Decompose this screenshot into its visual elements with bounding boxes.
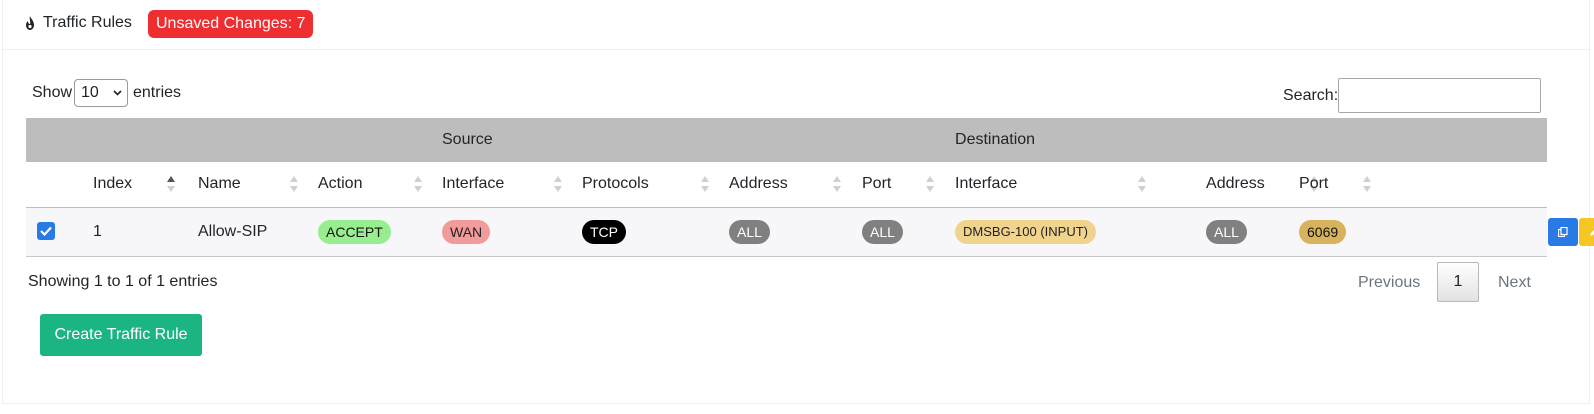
entries-select-value: 10 [81,84,99,101]
page-button-current[interactable]: 1 [1437,262,1479,302]
destination-group-header: Destination [955,131,1036,148]
card-header: Traffic Rules Unsaved Changes: 7 [3,0,1589,50]
column-header-action[interactable]: Action [318,162,442,207]
column-header-row: Index Name Action Interface Protocols Ad… [26,162,1548,207]
next-page-button[interactable]: Next [1498,274,1531,292]
protocol-badge: TCP [582,219,626,244]
table-info: Showing 1 to 1 of 1 entries [28,273,218,290]
destination-interface-badge: DMSBG-100 (INPUT) [955,219,1096,244]
column-header-label: Interface [955,175,1018,193]
entries-per-page-select[interactable]: 10 [74,79,128,107]
column-header-label: Interface [442,175,505,193]
column-header-label: Action [318,175,363,193]
copy-icon [1558,226,1568,237]
sort-icon [290,176,298,192]
column-header-source-port[interactable]: Port [862,162,955,207]
pencil-icon [1590,229,1594,236]
column-header-name[interactable]: Name [198,162,318,207]
sort-ascending-icon [167,176,175,192]
column-header-label: Port [1299,175,1329,193]
checkmark-icon [40,226,52,237]
cell-name: Allow-SIP [198,222,268,240]
column-header-index[interactable]: Index [93,162,198,207]
page-title: Traffic Rules [43,14,132,31]
source-address-badge: ALL [729,219,770,244]
column-header-label: Address [1206,175,1265,193]
action-badge: ACCEPT [318,219,391,244]
column-header-source-address[interactable]: Address [729,162,862,207]
column-header-source-interface[interactable]: Interface [442,162,582,207]
show-label: Show [32,84,73,101]
sort-icon [1363,176,1372,192]
entries-label: entries [133,84,182,101]
search-label: Search: [1283,87,1339,104]
search-input[interactable] [1338,78,1541,113]
column-header-destination-port[interactable]: Port [1299,162,1547,207]
column-header-destination-address[interactable]: Address [1206,162,1319,207]
create-traffic-rule-button[interactable]: Create Traffic Rule [40,314,202,356]
edit-rule-button[interactable] [1579,217,1594,246]
sort-icon [554,176,562,192]
table-row: 1 Allow-SIP ACCEPT WAN TCP ALL ALL DMSBG… [26,207,1594,256]
group-header-row: Source Destination [26,118,1548,162]
column-header-protocols[interactable]: Protocols [582,162,729,207]
column-header-label: Name [198,175,241,193]
column-header-label: Index [93,175,133,193]
fire-icon [26,16,34,30]
column-header-label: Protocols [582,175,649,193]
row-select-checkbox[interactable] [37,222,55,240]
sort-icon [1138,176,1147,192]
column-header-label: Address [729,175,788,193]
destination-address-badge: ALL [1206,219,1247,244]
sort-icon [701,176,709,192]
select-column-header [26,162,93,207]
unsaved-changes-badge[interactable]: Unsaved Changes: 7 [148,10,314,38]
copy-rule-button[interactable] [1548,217,1579,246]
sort-icon [926,176,934,192]
traffic-rules-table: Source Destination Index Name Action Int… [26,118,1594,257]
source-interface-badge: WAN [442,219,491,244]
sort-icon [833,176,841,192]
cell-index: 1 [93,222,102,240]
previous-page-button[interactable]: Previous [1358,274,1420,292]
traffic-rules-card: Traffic Rules Unsaved Changes: 7 Show 10… [2,0,1594,404]
column-header-destination-interface[interactable]: Interface [955,162,1206,207]
column-header-label: Port [862,175,892,193]
sort-icon [414,176,422,192]
chevron-down-icon [113,90,122,96]
source-group-header: Source [442,131,493,148]
destination-port-badge: 6069 [1299,219,1347,244]
source-port-badge: ALL [862,219,903,244]
